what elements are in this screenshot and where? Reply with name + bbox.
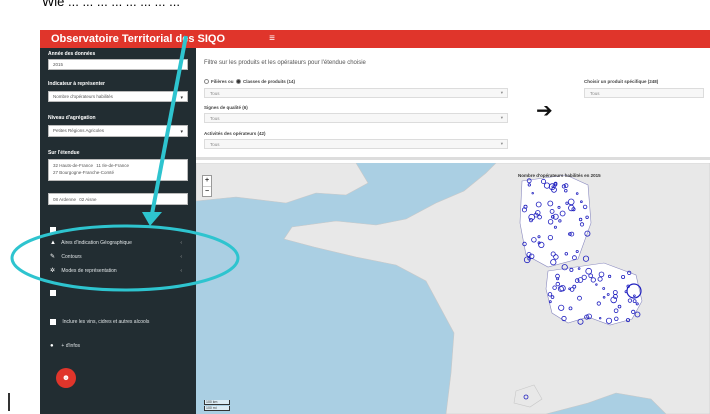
hamburger-menu-icon[interactable]: ≡ [266, 30, 278, 48]
user-button[interactable]: ☻ [56, 368, 76, 388]
extent-tag[interactable]: 27 Bourgogne-Franche-Comté [53, 170, 114, 175]
filter-mode-radios: Filières ou Classes de produits (14) [204, 79, 296, 85]
sidebar-item-aires[interactable]: ▲ Aires d'indication Géographique ‹ [50, 237, 188, 249]
indicator-label: Indicateur à représenter [48, 81, 105, 87]
scale-km: 100 km [204, 400, 230, 405]
aggregation-label: Niveau d'agrégation [48, 115, 96, 121]
specific-product-value: Tous [590, 91, 600, 96]
radio-classes-label: Classes de produits (14) [243, 79, 296, 84]
info-label: + d'infos [61, 343, 80, 349]
app-header: Observatoire Territorial des SIQO ≡ [40, 30, 710, 48]
quality-label: Signes de qualité (6) [204, 105, 248, 110]
alcohol-checkbox[interactable] [50, 318, 56, 325]
sidebar-item-placeholder[interactable] [50, 224, 188, 236]
checkbox[interactable] [50, 226, 56, 233]
specific-product-select[interactable]: Tous [584, 88, 704, 98]
map-scale: 100 km 100 mi [204, 399, 230, 411]
extent-tag[interactable]: 32 Hauts-de-France [53, 163, 93, 168]
chevron-left-icon: ‹ [180, 268, 182, 274]
info-link[interactable]: ● + d'infos [50, 340, 188, 352]
activities-select[interactable]: Tous ▾ [204, 139, 508, 149]
extent-sub-tag[interactable]: 02 Aisne [79, 197, 96, 202]
scale-mi: 100 mi [204, 406, 230, 411]
chevron-down-icon: ▾ [500, 90, 503, 95]
extent-multiselect[interactable]: 32 Hauts-de-France 11 Ile-de-France 27 B… [48, 159, 188, 181]
sidebar-item-contours[interactable]: ✎ Contours ‹ [50, 251, 188, 263]
alcohol-checkbox-row[interactable]: Inclure les vins, cidres et autres alcoo… [50, 316, 188, 328]
extent-label: Sur l'étendue [48, 150, 80, 156]
year-label: Année des données [48, 51, 96, 57]
filter-title: Filtre sur les produits et les opérateur… [204, 60, 366, 66]
map-title: Nombre d'opérateurs habilités en 2015 [518, 173, 601, 178]
radio-filieres[interactable] [204, 79, 209, 85]
sidebar-item-label: Contours [61, 254, 82, 260]
zoom-in-button[interactable]: + [203, 176, 211, 186]
aggregation-value: Petites Régions Agricoles [53, 128, 105, 133]
quality-select[interactable]: Tous ▾ [204, 113, 508, 123]
uk-landmass [196, 163, 369, 204]
sidebar: Année des données 2015 Indicateur à repr… [40, 48, 196, 414]
chevron-down-icon: ▾ [180, 129, 183, 135]
zoom-out-button[interactable]: − [203, 186, 211, 196]
year-select[interactable]: 2015 [48, 59, 188, 70]
map-icon: ▲ [50, 240, 56, 246]
year-value: 2015 [53, 62, 64, 67]
arrow-right-icon: ➔ [536, 100, 553, 122]
radio-classes[interactable] [236, 79, 242, 85]
specific-product-label: Choisir un produit spécifique (248) [584, 79, 659, 84]
activities-select-value: Tous [210, 142, 220, 147]
chevron-down-icon: ▾ [500, 115, 503, 120]
user-icon: ☻ [61, 373, 71, 382]
classes-select-value: Tous [210, 91, 220, 96]
gear-icon: ✲ [50, 268, 56, 274]
screenshot-stage: Observatoire Territorial des SIQO ≡ Anné… [0, 0, 710, 414]
aggregation-select[interactable]: Petites Régions Agricoles ▾ [48, 125, 188, 137]
extent-tag[interactable]: 11 Ile-de-France [96, 163, 129, 168]
sidebar-item-modes[interactable]: ✲ Modes de représentation ‹ [50, 265, 188, 277]
quality-select-value: Tous [210, 116, 220, 121]
extent-sub-tag[interactable]: 08 Ardenne [53, 197, 76, 202]
extent-sub-multiselect[interactable]: 08 Ardenne 02 Aisne [48, 193, 188, 205]
indicator-value: Nombre d'opérateurs habilités [53, 94, 113, 99]
sidebar-item-collapsed[interactable] [50, 287, 188, 299]
activities-label: Activités des opérateurs (42) [204, 131, 266, 136]
text-cursor [8, 393, 10, 411]
radio-filieres-label: Filières ou [211, 79, 234, 84]
pencil-icon: ✎ [50, 254, 56, 260]
sidebar-item-label: Modes de représentation [61, 268, 117, 274]
sidebar-item-label: Aires d'indication Géographique [61, 240, 132, 246]
map-canvas [196, 163, 710, 414]
annotation-text: Wie ... ... ... ... ... ... ... ... [42, 0, 180, 9]
alcohol-checkbox-label: Inclure les vins, cidres et autres alcoo… [62, 319, 150, 325]
chevron-down-icon: ▾ [180, 95, 183, 101]
filter-panel: Filtre sur les produits et les opérateur… [196, 48, 710, 160]
classes-select[interactable]: Tous ▾ [204, 88, 508, 98]
zoom-control: + − [202, 175, 212, 197]
info-icon: ● [50, 343, 54, 349]
checkbox[interactable] [50, 289, 56, 296]
chevron-left-icon: ‹ [180, 240, 182, 246]
chevron-down-icon: ▾ [500, 141, 503, 146]
france-landmass [283, 163, 710, 414]
chevron-left-icon: ‹ [180, 254, 182, 260]
app-title: Observatoire Territorial des SIQO [50, 33, 226, 45]
map-view[interactable]: Nombre d'opérateurs habilités en 2015 + … [196, 163, 710, 414]
indicator-select[interactable]: Nombre d'opérateurs habilités ▾ [48, 91, 188, 102]
